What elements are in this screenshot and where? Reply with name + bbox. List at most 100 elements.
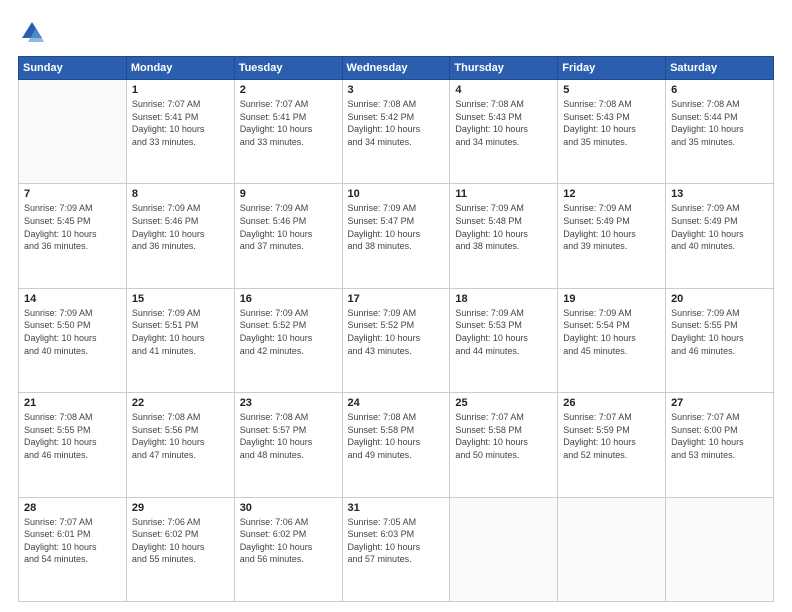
calendar-header-friday: Friday [558, 57, 666, 80]
calendar-cell [450, 497, 558, 601]
calendar-cell: 25Sunrise: 7:07 AM Sunset: 5:58 PM Dayli… [450, 393, 558, 497]
day-number: 23 [240, 397, 337, 409]
calendar-cell: 1Sunrise: 7:07 AM Sunset: 5:41 PM Daylig… [126, 80, 234, 184]
calendar-cell [558, 497, 666, 601]
day-number: 20 [671, 293, 768, 305]
calendar-header-saturday: Saturday [666, 57, 774, 80]
day-number: 13 [671, 188, 768, 200]
day-info: Sunrise: 7:09 AM Sunset: 5:49 PM Dayligh… [563, 202, 660, 252]
day-number: 30 [240, 502, 337, 514]
calendar-cell: 6Sunrise: 7:08 AM Sunset: 5:44 PM Daylig… [666, 80, 774, 184]
calendar-cell: 16 Sunrise: 7:09 AM Sunset: 5:52 PM Dayli… [234, 288, 342, 392]
calendar-cell: 17 Sunrise: 7:09 AM Sunset: 5:52 PM Dayli… [342, 288, 450, 392]
calendar-cell: 10 Sunrise: 7:09 AM Sunset: 5:47 PM Dayli… [342, 184, 450, 288]
day-number: 15 [132, 293, 229, 305]
day-info: Sunrise: 7:09 AM Sunset: 5:47 PM Dayligh… [348, 202, 445, 252]
day-info: Sunrise: 7:07 AM Sunset: 6:00 PM Dayligh… [671, 411, 768, 461]
calendar-cell: 30Sunrise: 7:06 AM Sunset: 6:02 PM Dayli… [234, 497, 342, 601]
day-info: Sunrise: 7:09 AM Sunset: 5:52 PM Dayligh… [348, 307, 445, 357]
calendar-cell: 31 Sunrise: 7:05 AM Sunset: 6:03 PM Dayli… [342, 497, 450, 601]
day-number: 28 [24, 502, 121, 514]
day-number: 18 [455, 293, 552, 305]
day-info: Sunrise: 7:08 AM Sunset: 5:44 PM Dayligh… [671, 98, 768, 148]
calendar-cell: 24 Sunrise: 7:08 AM Sunset: 5:58 PM Dayli… [342, 393, 450, 497]
day-number: 26 [563, 397, 660, 409]
header [18, 18, 774, 46]
calendar-cell: 4 Sunrise: 7:08 AM Sunset: 5:43 PM Daylig… [450, 80, 558, 184]
calendar-cell: 9Sunrise: 7:09 AM Sunset: 5:46 PM Daylig… [234, 184, 342, 288]
day-number: 12 [563, 188, 660, 200]
calendar-cell [19, 80, 127, 184]
calendar-week-3: 14 Sunrise: 7:09 AM Sunset: 5:50 PM Dayli… [19, 288, 774, 392]
calendar-cell: 19 Sunrise: 7:09 AM Sunset: 5:54 PM Dayli… [558, 288, 666, 392]
day-info: Sunrise: 7:09 AM Sunset: 5:52 PM Dayligh… [240, 307, 337, 357]
day-number: 16 [240, 293, 337, 305]
day-number: 24 [348, 397, 445, 409]
calendar-cell: 3 Sunrise: 7:08 AM Sunset: 5:42 PM Daylig… [342, 80, 450, 184]
calendar-week-1: 1Sunrise: 7:07 AM Sunset: 5:41 PM Daylig… [19, 80, 774, 184]
day-number: 4 [455, 84, 552, 96]
calendar-body: 1Sunrise: 7:07 AM Sunset: 5:41 PM Daylig… [19, 80, 774, 602]
calendar-cell: 28 Sunrise: 7:07 AM Sunset: 6:01 PM Dayli… [19, 497, 127, 601]
calendar-cell: 14 Sunrise: 7:09 AM Sunset: 5:50 PM Dayli… [19, 288, 127, 392]
day-info: Sunrise: 7:08 AM Sunset: 5:57 PM Dayligh… [240, 411, 337, 461]
day-info: Sunrise: 7:08 AM Sunset: 5:42 PM Dayligh… [348, 98, 445, 148]
day-number: 31 [348, 502, 445, 514]
day-number: 8 [132, 188, 229, 200]
day-info: Sunrise: 7:09 AM Sunset: 5:50 PM Dayligh… [24, 307, 121, 357]
day-number: 10 [348, 188, 445, 200]
day-number: 7 [24, 188, 121, 200]
calendar-cell: 5 Sunrise: 7:08 AM Sunset: 5:43 PM Daylig… [558, 80, 666, 184]
calendar-header-row: SundayMondayTuesdayWednesdayThursdayFrid… [19, 57, 774, 80]
day-number: 17 [348, 293, 445, 305]
calendar-header-monday: Monday [126, 57, 234, 80]
day-info: Sunrise: 7:05 AM Sunset: 6:03 PM Dayligh… [348, 516, 445, 566]
page: SundayMondayTuesdayWednesdayThursdayFrid… [0, 0, 792, 612]
day-number: 22 [132, 397, 229, 409]
day-info: Sunrise: 7:09 AM Sunset: 5:46 PM Dayligh… [132, 202, 229, 252]
logo-icon [18, 18, 46, 46]
calendar-cell [666, 497, 774, 601]
day-number: 25 [455, 397, 552, 409]
day-info: Sunrise: 7:07 AM Sunset: 5:41 PM Dayligh… [132, 98, 229, 148]
day-number: 14 [24, 293, 121, 305]
day-number: 5 [563, 84, 660, 96]
day-info: Sunrise: 7:08 AM Sunset: 5:43 PM Dayligh… [563, 98, 660, 148]
calendar-cell: 21Sunrise: 7:08 AM Sunset: 5:55 PM Dayli… [19, 393, 127, 497]
calendar-cell: 26Sunrise: 7:07 AM Sunset: 5:59 PM Dayli… [558, 393, 666, 497]
day-number: 27 [671, 397, 768, 409]
calendar-cell: 8 Sunrise: 7:09 AM Sunset: 5:46 PM Daylig… [126, 184, 234, 288]
calendar-week-4: 21Sunrise: 7:08 AM Sunset: 5:55 PM Dayli… [19, 393, 774, 497]
calendar-cell: 11Sunrise: 7:09 AM Sunset: 5:48 PM Dayli… [450, 184, 558, 288]
calendar-cell: 18 Sunrise: 7:09 AM Sunset: 5:53 PM Dayli… [450, 288, 558, 392]
day-info: Sunrise: 7:07 AM Sunset: 6:01 PM Dayligh… [24, 516, 121, 566]
day-info: Sunrise: 7:08 AM Sunset: 5:56 PM Dayligh… [132, 411, 229, 461]
day-info: Sunrise: 7:09 AM Sunset: 5:53 PM Dayligh… [455, 307, 552, 357]
day-number: 2 [240, 84, 337, 96]
calendar-cell: 15Sunrise: 7:09 AM Sunset: 5:51 PM Dayli… [126, 288, 234, 392]
day-number: 19 [563, 293, 660, 305]
day-number: 9 [240, 188, 337, 200]
day-number: 29 [132, 502, 229, 514]
logo [18, 18, 50, 46]
day-info: Sunrise: 7:06 AM Sunset: 6:02 PM Dayligh… [132, 516, 229, 566]
calendar-table: SundayMondayTuesdayWednesdayThursdayFrid… [18, 56, 774, 602]
calendar-header-wednesday: Wednesday [342, 57, 450, 80]
day-info: Sunrise: 7:08 AM Sunset: 5:43 PM Dayligh… [455, 98, 552, 148]
calendar-cell: 22 Sunrise: 7:08 AM Sunset: 5:56 PM Dayli… [126, 393, 234, 497]
calendar-cell: 2 Sunrise: 7:07 AM Sunset: 5:41 PM Daylig… [234, 80, 342, 184]
day-info: Sunrise: 7:07 AM Sunset: 5:41 PM Dayligh… [240, 98, 337, 148]
day-info: Sunrise: 7:08 AM Sunset: 5:58 PM Dayligh… [348, 411, 445, 461]
day-info: Sunrise: 7:09 AM Sunset: 5:49 PM Dayligh… [671, 202, 768, 252]
calendar-header-tuesday: Tuesday [234, 57, 342, 80]
day-number: 11 [455, 188, 552, 200]
calendar-cell: 13 Sunrise: 7:09 AM Sunset: 5:49 PM Dayli… [666, 184, 774, 288]
calendar-header-thursday: Thursday [450, 57, 558, 80]
day-info: Sunrise: 7:09 AM Sunset: 5:55 PM Dayligh… [671, 307, 768, 357]
day-number: 3 [348, 84, 445, 96]
calendar-cell: 29 Sunrise: 7:06 AM Sunset: 6:02 PM Dayli… [126, 497, 234, 601]
calendar-cell: 20 Sunrise: 7:09 AM Sunset: 5:55 PM Dayli… [666, 288, 774, 392]
calendar-header-sunday: Sunday [19, 57, 127, 80]
day-info: Sunrise: 7:09 AM Sunset: 5:54 PM Dayligh… [563, 307, 660, 357]
calendar-week-5: 28 Sunrise: 7:07 AM Sunset: 6:01 PM Dayli… [19, 497, 774, 601]
